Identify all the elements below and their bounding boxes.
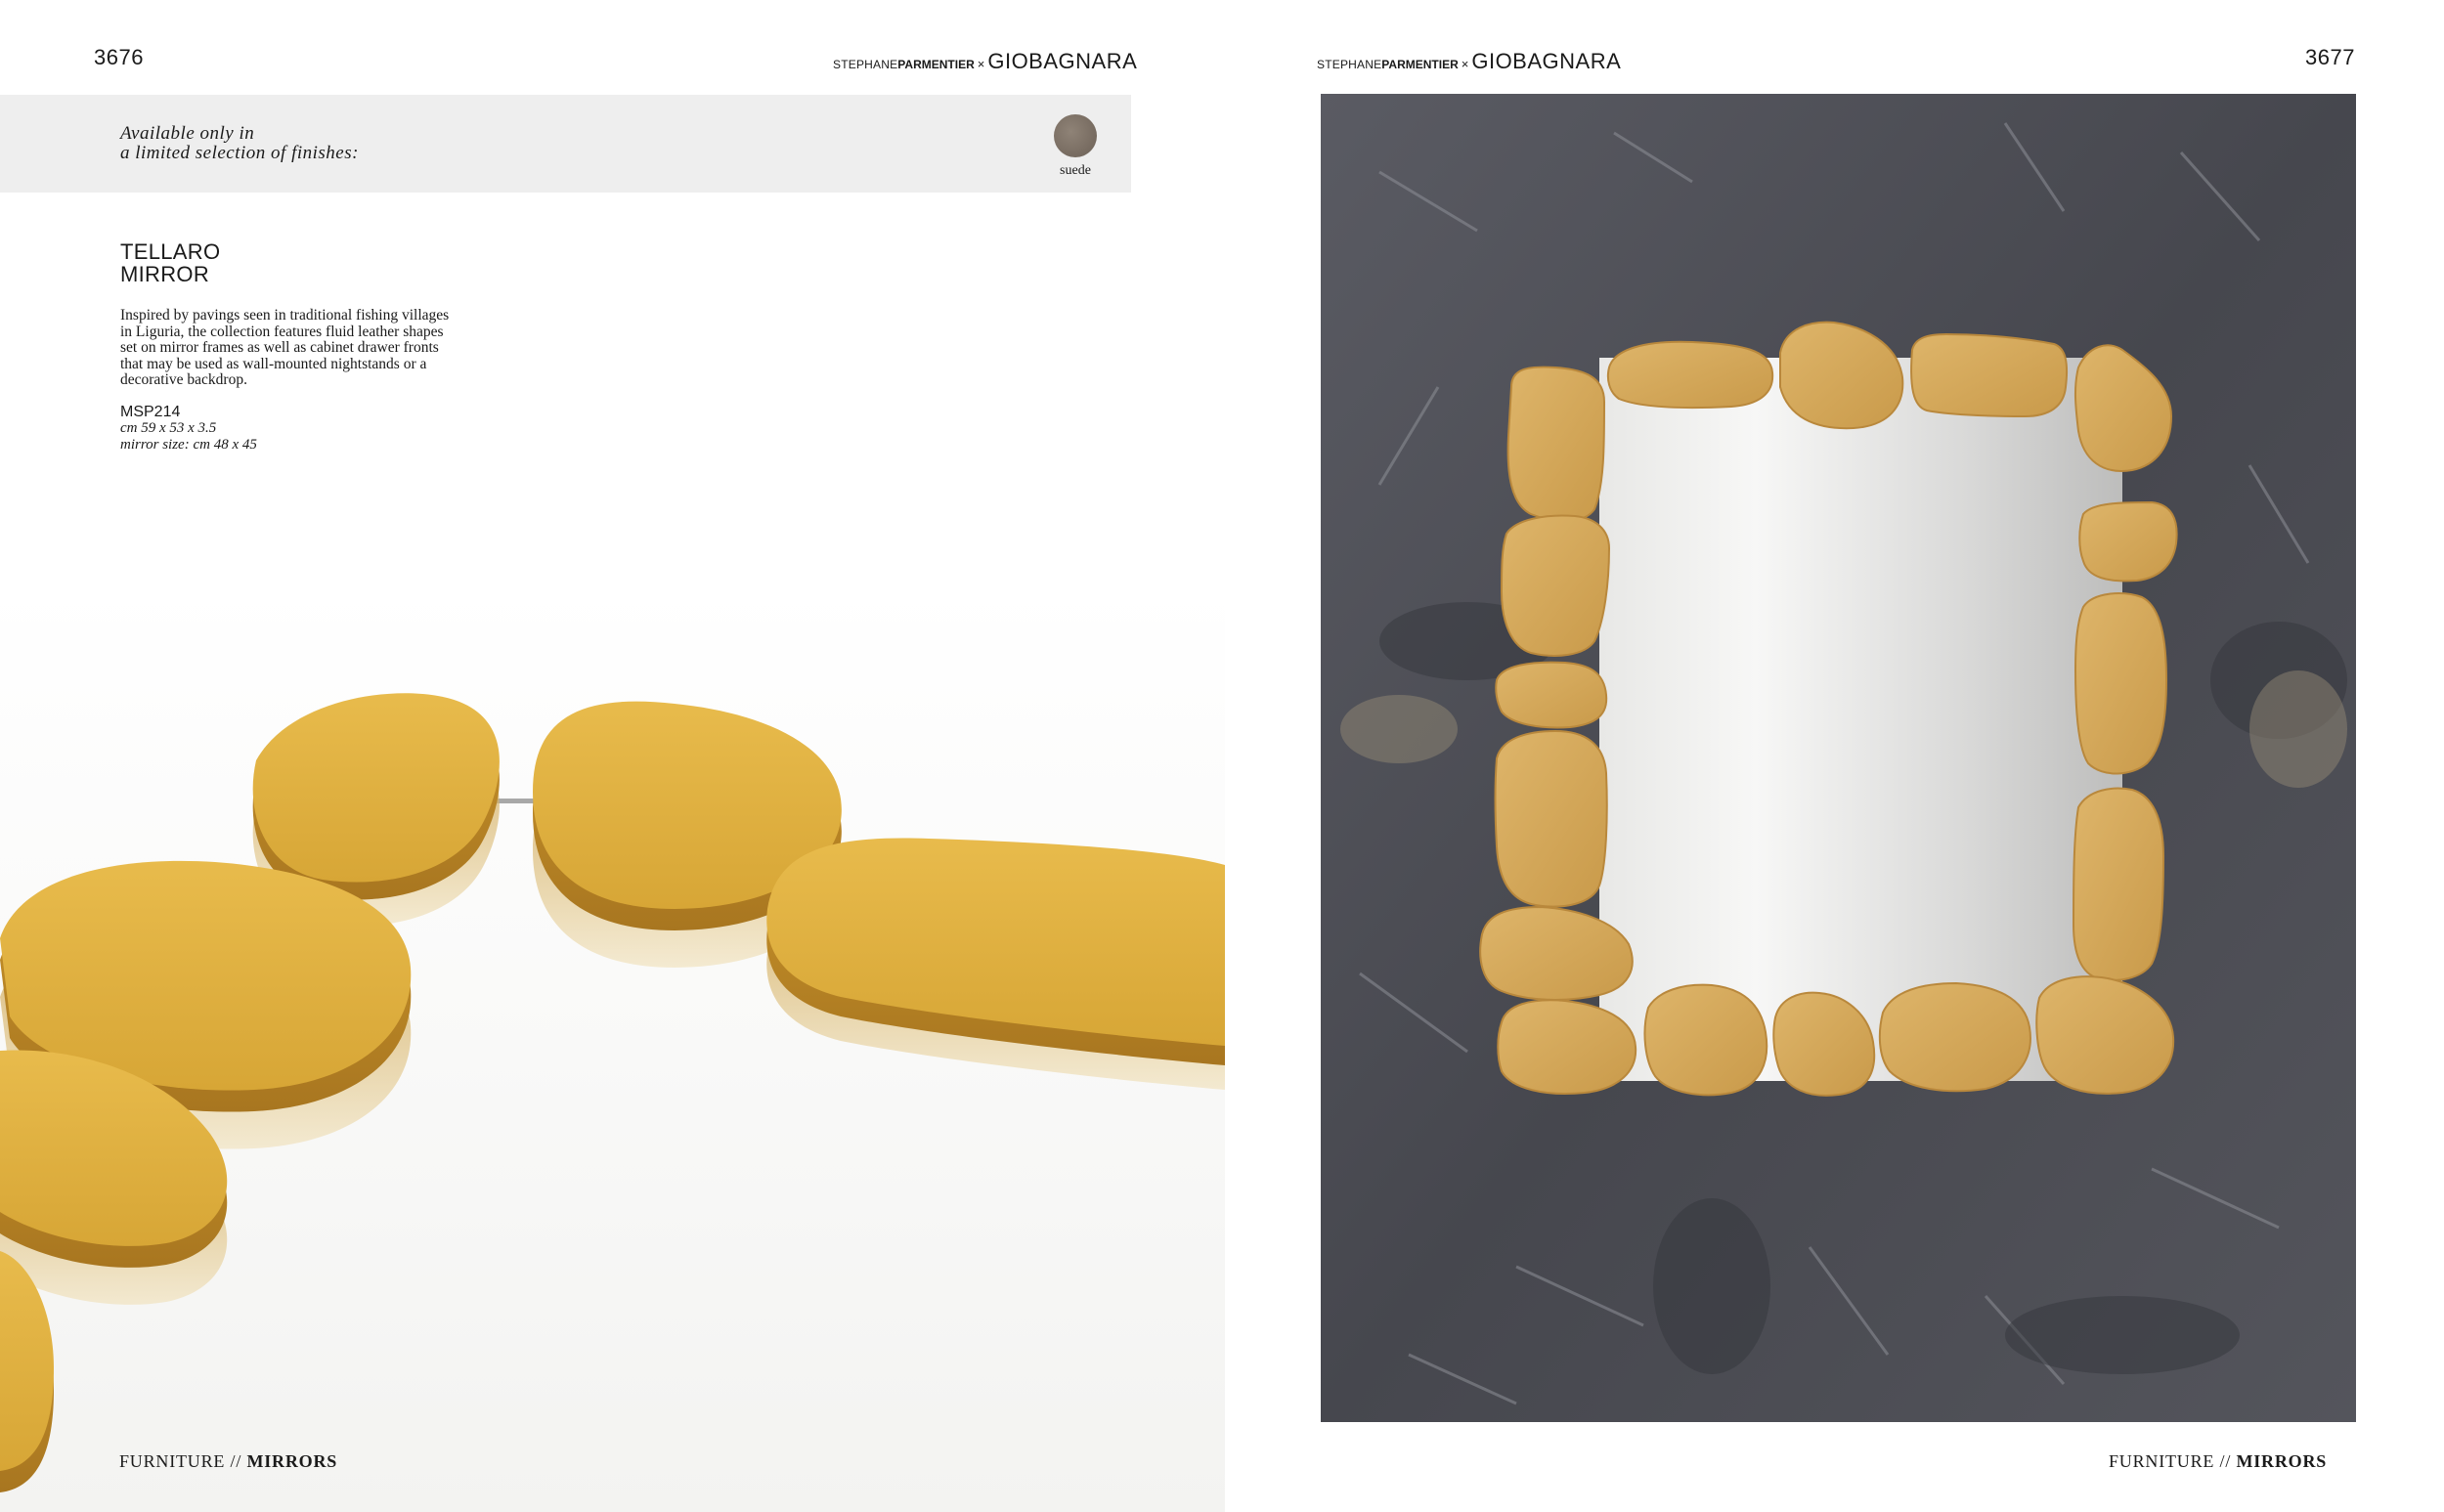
page-number: 3676 (94, 45, 144, 69)
footer-category: MIRRORS (246, 1451, 338, 1471)
product-title-line1: TELLARO (120, 239, 221, 264)
finish-note-line1: Available only in (120, 123, 255, 144)
description-line: in Liguria, the collection features flui… (120, 323, 444, 340)
product-description: Inspired by pavings seen in traditional … (120, 307, 521, 389)
product-title: TELLARO MIRROR (120, 240, 220, 285)
brand-part-stephane: STEPHANE (833, 58, 898, 71)
product-dimensions: cm 59 x 53 x 3.5 mirror size: cm 48 x 45 (120, 420, 257, 454)
mirror-photo (1321, 94, 2356, 1422)
footer-separator: // (230, 1451, 242, 1471)
mirror-size: mirror size: cm 48 x 45 (120, 437, 257, 453)
brand-separator: × (1461, 57, 1469, 71)
brand-part-stephane: STEPHANE (1317, 58, 1382, 71)
footer-section: FURNITURE // MIRRORS (119, 1451, 337, 1472)
footer-section-name: FURNITURE (2109, 1451, 2215, 1471)
finish-band: Available only in a limited selection of… (0, 95, 1131, 193)
left-page: 3676 STEPHANEPARMENTIER × GIOBAGNARA Avail… (0, 0, 1225, 1512)
footer-separator: // (2219, 1451, 2232, 1471)
brand-separator: × (977, 57, 985, 71)
brand-part-giobagnara: GIOBAGNARA (987, 49, 1138, 73)
page-number: 3677 (2305, 45, 2355, 69)
right-page: STEPHANEPARMENTIER × GIOBAGNARA 3677 FUR… (1222, 0, 2444, 1512)
tellaro-mirror-on-stone (1321, 94, 2356, 1422)
description-line: set on mirror frames as well as cabinet … (120, 339, 439, 356)
footer-section: FURNITURE // MIRRORS (2109, 1451, 2327, 1472)
detail-photo (0, 586, 1225, 1512)
product-code: MSP214 (120, 404, 181, 420)
brand-part-parmentier: PARMENTIER (1381, 58, 1459, 71)
suede-pebbles-closeup (0, 586, 1225, 1512)
footer-section-name: FURNITURE (119, 1451, 226, 1471)
brand-part-parmentier: PARMENTIER (897, 58, 975, 71)
swatch-label: suede (1060, 163, 1091, 178)
overall-dimensions: cm 59 x 53 x 3.5 (120, 420, 217, 436)
finish-note-line2: a limited selection of finishes: (120, 143, 359, 163)
description-line: decorative backdrop. (120, 371, 247, 388)
description-line: that may be used as wall-mounted nightst… (120, 355, 427, 372)
brand-part-giobagnara: GIOBAGNARA (1471, 49, 1622, 73)
finish-note: Available only in a limited selection of… (120, 124, 359, 163)
product-title-line2: MIRROR (120, 262, 210, 286)
suede-swatch (1054, 114, 1097, 157)
brand-logo: STEPHANEPARMENTIER × GIOBAGNARA (833, 49, 1137, 74)
footer-category: MIRRORS (2236, 1451, 2328, 1471)
brand-logo: STEPHANEPARMENTIER × GIOBAGNARA (1317, 49, 1621, 74)
description-line: Inspired by pavings seen in traditional … (120, 307, 450, 324)
catalog-spread: 3676 STEPHANEPARMENTIER × GIOBAGNARA Avail… (0, 0, 2444, 1512)
